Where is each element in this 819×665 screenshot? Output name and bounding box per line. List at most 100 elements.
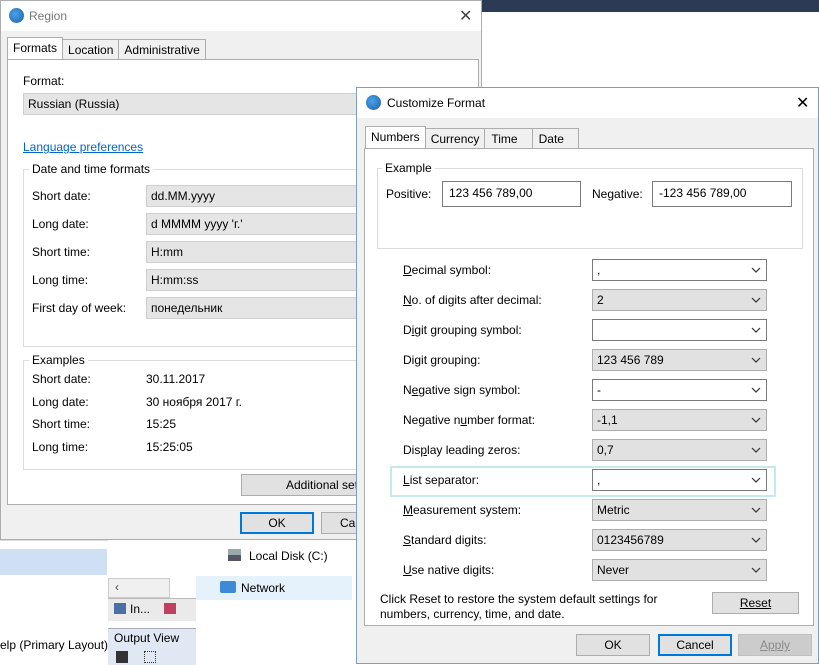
leading-zeros-select[interactable]: 0,7: [592, 439, 767, 461]
positive-example-field: 123 456 789,00: [442, 181, 581, 207]
format-label: Format:: [23, 74, 65, 88]
example-short-time-label: Short time:: [32, 417, 91, 431]
short-time-select[interactable]: H:mm: [146, 241, 366, 263]
decimal-symbol-select[interactable]: ,: [592, 259, 767, 281]
reset-button[interactable]: Reset: [712, 592, 799, 614]
digits-after-decimal-label: No. of digits after decimal:: [403, 293, 542, 307]
region-title: Region: [29, 9, 68, 23]
tab-formats[interactable]: Formats: [7, 37, 64, 59]
selection-icon[interactable]: [144, 651, 156, 663]
background-help-text: elp (Primary Layout): [0, 638, 109, 652]
measurement-system-label: Measurement system:: [403, 503, 522, 517]
negative-label: Negative:: [592, 187, 643, 201]
first-day-select[interactable]: понедельник: [146, 297, 366, 319]
background-tab-strip: In...: [108, 598, 196, 621]
measurement-system-select[interactable]: Metric: [592, 499, 767, 521]
explorer-network-label: Network: [241, 581, 286, 595]
chevron-down-icon: [751, 327, 761, 333]
chevron-down-icon: [751, 267, 761, 273]
format-value: Russian (Russia): [28, 97, 120, 111]
language-preferences-link[interactable]: Language preferences: [23, 140, 143, 154]
leading-zeros-value: 0,7: [597, 443, 614, 457]
native-digits-select[interactable]: Never: [592, 559, 767, 581]
chevron-down-icon: [751, 387, 761, 393]
network-icon: [220, 581, 236, 593]
customize-titlebar[interactable]: Customize Format ✕: [357, 88, 818, 118]
chevron-down-icon: [751, 447, 761, 453]
digit-grouping-select[interactable]: 123 456 789: [592, 349, 767, 371]
native-digits-label: Use native digits:: [403, 563, 495, 577]
negative-sign-symbol-value: -: [597, 383, 601, 397]
tab-administrative[interactable]: Administrative: [118, 39, 206, 61]
list-separator-select[interactable]: ,: [592, 469, 767, 491]
region-ok-button[interactable]: OK: [240, 512, 314, 534]
examples-group-title: Examples: [29, 353, 88, 367]
leading-zeros-label: Display leading zeros:: [403, 443, 521, 457]
digits-after-decimal-value: 2: [597, 293, 604, 307]
customize-ok-button[interactable]: OK: [576, 634, 650, 656]
example-short-date-value: 30.11.2017: [146, 372, 206, 386]
tab-date[interactable]: Date: [531, 128, 579, 150]
region-close-icon[interactable]: ✕: [459, 6, 472, 26]
standard-digits-select[interactable]: 0123456789: [592, 529, 767, 551]
long-date-select[interactable]: d MMMM yyyy 'г.': [146, 213, 366, 235]
native-digits-value: Never: [597, 563, 630, 577]
example-long-date-value: 30 ноября 2017 г.: [146, 395, 242, 409]
datetime-group-title: Date and time formats: [29, 162, 154, 176]
reset-help-line-1: Click Reset to restore the system defaul…: [380, 592, 658, 606]
short-time-label: Short time:: [32, 245, 91, 259]
region-tabs: Formats Location Administrative: [7, 37, 206, 61]
example-short-time-value: 15:25: [146, 417, 177, 431]
customize-close-icon[interactable]: ✕: [796, 93, 809, 113]
hard-drive-icon: [228, 549, 241, 561]
grid-icon: [164, 603, 176, 614]
background-scrollbar[interactable]: ‹: [108, 578, 170, 598]
chevron-down-icon: [751, 417, 761, 423]
background-tab-in[interactable]: In...: [130, 602, 150, 616]
tab-location[interactable]: Location: [62, 39, 120, 61]
numbers-panel: Example Positive: 123 456 789,00 Negativ…: [364, 148, 814, 626]
customize-apply-button[interactable]: Apply: [738, 634, 812, 656]
first-day-value: понедельник: [151, 301, 223, 315]
example-long-time-value: 15:25:05: [146, 440, 193, 454]
chevron-down-icon: [751, 297, 761, 303]
tab-numbers[interactable]: Numbers: [365, 126, 426, 148]
tab-currency[interactable]: Currency: [424, 128, 486, 150]
negative-number-format-label: Negative number format:: [403, 413, 536, 427]
digit-grouping-symbol-select[interactable]: [592, 319, 767, 341]
short-time-value: H:mm: [151, 245, 183, 259]
short-date-label: Short date:: [32, 189, 91, 203]
background-title-strip: [482, 0, 819, 12]
list-separator-value: ,: [597, 473, 601, 487]
region-cancel-button[interactable]: Ca: [321, 512, 357, 534]
negative-number-format-select[interactable]: -1,1: [592, 409, 767, 431]
customize-tabs: Numbers Currency Time Date: [365, 126, 579, 150]
document-icon: [114, 603, 126, 614]
example-short-date-label: Short date:: [32, 372, 91, 386]
short-date-select[interactable]: dd.MM.yyyy: [146, 185, 366, 207]
digit-grouping-label: Digit grouping:: [403, 353, 481, 367]
example-group-title: Example: [382, 161, 435, 175]
explorer-local-disk-label: Local Disk (C:): [249, 549, 328, 563]
long-time-select[interactable]: H:mm:ss: [146, 269, 366, 291]
negative-example-value: -123 456 789,00: [659, 186, 747, 200]
background-output-bar: Output View: [108, 628, 196, 665]
customize-title: Customize Format: [387, 96, 486, 110]
long-time-value: H:mm:ss: [151, 273, 199, 287]
scroll-left-icon: ‹: [115, 580, 119, 594]
tab-time[interactable]: Time: [484, 128, 533, 150]
list-separator-label: List separator:: [403, 473, 480, 487]
standard-digits-label: Standard digits:: [403, 533, 487, 547]
save-icon[interactable]: [116, 651, 128, 663]
negative-sign-symbol-select[interactable]: -: [592, 379, 767, 401]
format-select[interactable]: Russian (Russia): [23, 93, 363, 115]
additional-settings-button[interactable]: Additional set: [241, 474, 363, 496]
long-date-label: Long date:: [32, 217, 89, 231]
digits-after-decimal-select[interactable]: 2: [592, 289, 767, 311]
background-selected-row: [0, 549, 107, 575]
region-titlebar[interactable]: Region ✕: [1, 1, 481, 31]
decimal-symbol-value: ,: [597, 263, 601, 277]
reset-help-line-2: numbers, currency, time, and date.: [380, 607, 565, 621]
customize-cancel-button[interactable]: Cancel: [658, 634, 732, 656]
reset-button-label: Reset: [739, 596, 772, 610]
